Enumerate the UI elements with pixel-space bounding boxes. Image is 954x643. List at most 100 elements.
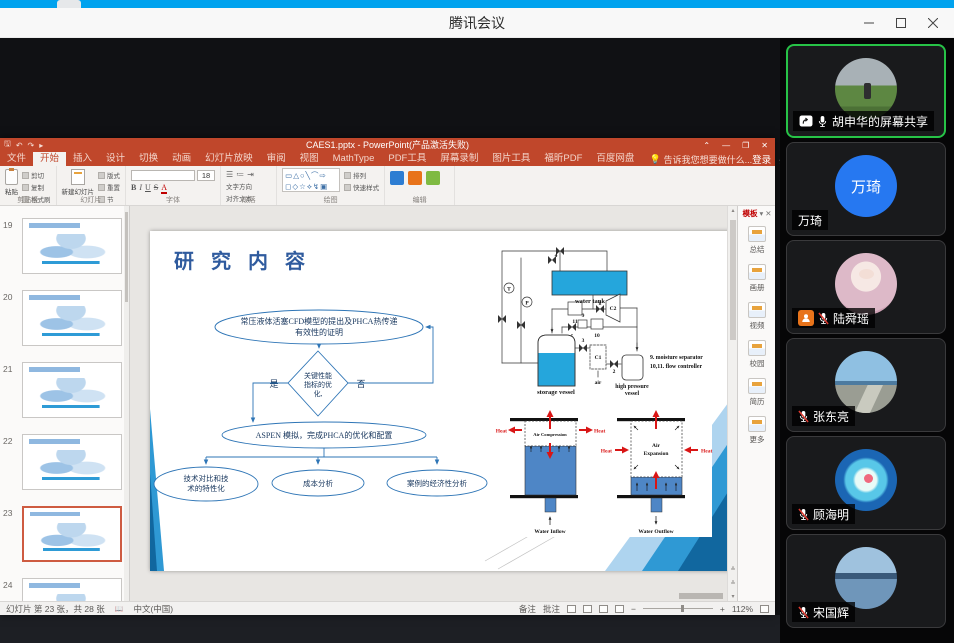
zoom-level[interactable]: 112% (732, 604, 753, 614)
font-name-input[interactable] (131, 170, 195, 181)
slide-thumbnail-image[interactable] (22, 362, 122, 418)
zoom-out-icon[interactable]: − (631, 604, 636, 614)
task-pane-item[interactable]: 视频 (748, 302, 766, 331)
maximize-button[interactable] (886, 13, 916, 33)
slide-thumbnail-image[interactable] (22, 578, 122, 601)
underline-button[interactable]: U (145, 183, 151, 194)
notes-button[interactable]: 备注 (519, 603, 536, 615)
ribbon-tab[interactable]: 屏幕录制 (433, 152, 485, 166)
ribbon-tab[interactable]: 百度网盘 (589, 152, 641, 166)
editor-vertical-scrollbar[interactable]: ▴ ≙ ≚ ▾ (727, 206, 737, 601)
zoom-slider[interactable] (643, 608, 713, 609)
strikethrough-button[interactable]: S (154, 183, 158, 194)
ribbon-tab[interactable]: 视图 (293, 152, 326, 166)
zoom-slider-handle[interactable] (681, 605, 684, 612)
paragraph-group: ☰ ≔ ⇥ 文字方向 对齐文本 转换为SmartArt 段落 (221, 166, 277, 205)
numbering-icon[interactable]: ≔ (236, 170, 244, 179)
foxit-pdf-icon[interactable] (426, 171, 440, 185)
screen: 腾讯会议 🖫 ↶ ↷ ▸ CAES1.pptx - PowerPoint(产品激… (0, 0, 954, 643)
paste-button[interactable]: 粘贴 (5, 168, 18, 196)
new-slide-button[interactable]: 新建幻灯片 (62, 168, 95, 196)
slide-thumbnail[interactable]: 24 (0, 578, 130, 601)
heat-label-right1: Heat (594, 429, 605, 435)
task-pane-item[interactable]: 简历 (748, 378, 766, 407)
comments-button[interactable]: 批注 (543, 603, 560, 615)
ribbon-tab[interactable]: 文件 (0, 152, 33, 166)
slide-sorter-view-icon[interactable] (583, 605, 592, 613)
ribbon-tab[interactable]: 开始 (33, 152, 66, 166)
ppt-restore-icon[interactable]: ❐ (737, 141, 754, 150)
spellcheck-icon[interactable]: 📖 (115, 605, 124, 613)
ppt-minimize-icon[interactable]: — (717, 141, 735, 150)
thumbnail-scrollbar[interactable] (124, 206, 129, 601)
task-pane-item[interactable]: 画册 (748, 264, 766, 293)
slide-thumbnail[interactable]: 20 (0, 290, 130, 348)
participant-tile[interactable]: 顾海明 (786, 436, 946, 530)
close-button[interactable] (918, 13, 948, 33)
slide-thumbnail-image[interactable] (22, 434, 122, 490)
slideshow-view-icon[interactable] (615, 605, 624, 613)
shapes-gallery[interactable]: ▭△○╲⌒⇨ ◻◇☆⟡↯▣ (282, 168, 340, 192)
minimize-button[interactable] (854, 13, 884, 33)
font-color-button[interactable]: A (161, 183, 167, 194)
slide-thumbnail-image[interactable] (22, 506, 122, 562)
ribbon-tab[interactable]: PDF工具 (381, 152, 433, 166)
bullets-icon[interactable]: ☰ (226, 170, 233, 179)
ribbon-options-icon[interactable]: ⌃ (698, 141, 715, 150)
reading-view-icon[interactable] (599, 605, 608, 613)
text-direction-button[interactable]: 文字方向 (226, 181, 271, 191)
ribbon-tab[interactable]: 设计 (99, 152, 132, 166)
reset-button[interactable]: 重置 (98, 182, 120, 192)
slide-thumbnail[interactable]: 23 (0, 506, 130, 564)
language-status[interactable]: 中文(中国) (133, 603, 173, 615)
slide-thumbnail-image[interactable] (22, 218, 122, 274)
screen-record-icon[interactable] (408, 171, 422, 185)
quick-styles-button[interactable]: 快速样式 (344, 182, 379, 192)
ribbon-tab[interactable]: 审阅 (260, 152, 293, 166)
hscrollbar-thumb[interactable] (679, 593, 723, 599)
ribbon-tab[interactable]: 福昕PDF (537, 152, 589, 166)
slide-canvas[interactable]: 常压液体活塞CFD模型的提出及PHCA热传递 有效性的证明 关键性能 指标的优 … (150, 231, 731, 571)
slide-title[interactable]: 研 究 内 容 (174, 245, 311, 274)
italic-button[interactable]: I (139, 183, 142, 194)
ribbon-tab[interactable]: 切换 (132, 152, 165, 166)
ribbon-tab[interactable]: 幻灯片放映 (198, 152, 260, 166)
fit-to-window-icon[interactable] (760, 605, 769, 613)
shared-desktop-band (0, 615, 780, 643)
copy-button[interactable]: 复制 (22, 182, 51, 192)
slides-group-label: 幻灯片 (57, 196, 126, 205)
zoom-in-icon[interactable]: + (720, 604, 725, 614)
layout-button[interactable]: 版式 (98, 170, 120, 180)
editor-horizontal-scrollbar[interactable] (130, 592, 727, 600)
cut-button[interactable]: 剪切 (22, 170, 51, 180)
participant-tile-sharer[interactable]: 胡申华的屏幕共享 (786, 44, 946, 138)
slide-thumbnail[interactable]: 21 (0, 362, 130, 420)
ppt-close-icon[interactable]: ✕ (756, 141, 773, 150)
font-size-input[interactable]: 18 (197, 170, 215, 181)
task-pane-item[interactable]: 校园 (748, 340, 766, 369)
participant-tile[interactable]: 万琦 万琦 (786, 142, 946, 236)
bold-button[interactable]: B (131, 183, 136, 194)
slide-thumbnail[interactable]: 22 (0, 434, 130, 492)
login-button[interactable]: 登录 (752, 152, 771, 166)
ribbon-tab[interactable]: MathType (326, 152, 382, 166)
indent-icon[interactable]: ⇥ (247, 170, 254, 179)
task-pane-close-icon[interactable]: ✕ (765, 209, 771, 218)
expansion-label1: Air (652, 443, 661, 449)
baidu-pan-icon[interactable] (390, 171, 404, 185)
task-pane-item[interactable]: 更多 (748, 416, 766, 445)
ribbon-tab[interactable]: 动画 (165, 152, 198, 166)
ribbon-tab[interactable]: 图片工具 (485, 152, 537, 166)
task-pane-dropdown-icon[interactable]: ▾ (759, 209, 763, 218)
scrollbar-thumb[interactable] (730, 220, 736, 340)
tell-me-box[interactable]: 💡 告诉我您想要做什么... (641, 152, 752, 166)
normal-view-icon[interactable] (567, 605, 576, 613)
participant-tile[interactable]: 张东亮 (786, 338, 946, 432)
participant-tile[interactable]: 宋国辉 (786, 534, 946, 628)
participant-tile[interactable]: 陆舜瑶 (786, 240, 946, 334)
task-pane-item[interactable]: 总结 (748, 226, 766, 255)
arrange-button[interactable]: 排列 (344, 170, 379, 180)
slide-thumbnail[interactable]: 19 (0, 218, 130, 276)
slide-thumbnail-image[interactable] (22, 290, 122, 346)
ribbon-tab[interactable]: 插入 (66, 152, 99, 166)
